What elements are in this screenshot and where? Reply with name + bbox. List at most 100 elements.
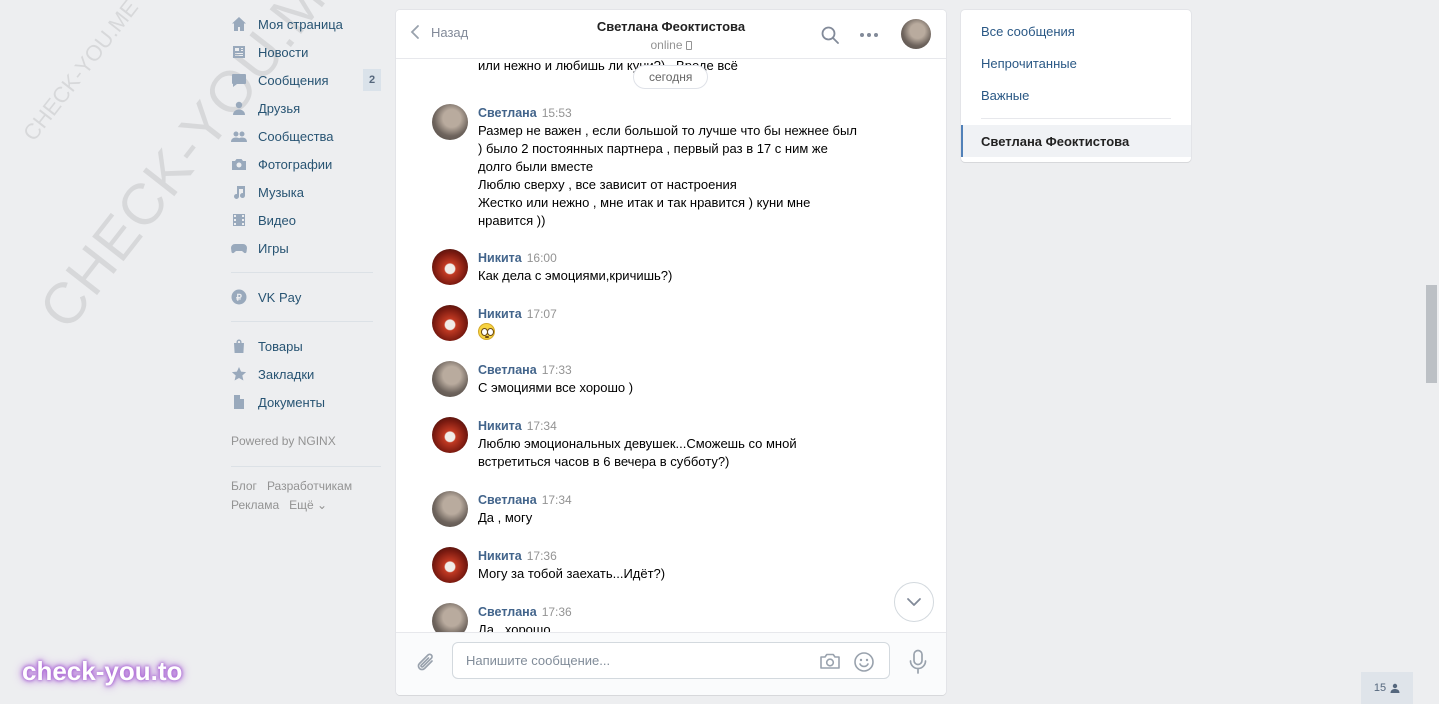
message-author[interactable]: Никита bbox=[478, 307, 522, 321]
avatar[interactable] bbox=[432, 417, 468, 453]
paperclip-icon bbox=[417, 653, 433, 671]
message-time[interactable]: 17:34 bbox=[542, 493, 572, 507]
nav-item-music[interactable]: Музыка bbox=[226, 178, 381, 206]
left-navigation: Моя страница Новости Сообщения 2 Друзья … bbox=[226, 10, 381, 515]
nav-label: Фотографии bbox=[258, 156, 333, 172]
camera-icon bbox=[820, 653, 840, 669]
message-filters-panel: Все сообщения Непрочитанные Важные Светл… bbox=[961, 10, 1191, 162]
message-time[interactable]: 17:07 bbox=[527, 307, 557, 321]
nav-item-my-page[interactable]: Моя страница bbox=[226, 10, 381, 38]
message-item: Никита 17:36 Могу за тобой заехать...Идёт… bbox=[432, 547, 872, 587]
document-icon bbox=[231, 394, 247, 410]
filters-divider bbox=[981, 118, 1171, 119]
home-icon bbox=[231, 16, 247, 32]
avatar[interactable] bbox=[432, 361, 468, 397]
message-item: Никита 17:07 bbox=[432, 305, 872, 345]
message-item: Светлана 17:36 Да , хорошо bbox=[432, 603, 872, 632]
message-author[interactable]: Никита bbox=[478, 419, 522, 433]
avatar[interactable] bbox=[432, 104, 468, 140]
nav-item-video[interactable]: Видео bbox=[226, 206, 381, 234]
avatar[interactable] bbox=[432, 491, 468, 527]
message-time[interactable]: 15:53 bbox=[542, 106, 572, 120]
filter-important[interactable]: Важные bbox=[981, 88, 1029, 103]
message-time[interactable]: 17:36 bbox=[527, 549, 557, 563]
camera-button[interactable] bbox=[819, 651, 841, 674]
nav-label: Закладки bbox=[258, 366, 315, 382]
nav-item-documents[interactable]: Документы bbox=[226, 388, 381, 416]
avatar[interactable] bbox=[432, 305, 468, 341]
footer-link-developers[interactable]: Разработчикам bbox=[267, 479, 352, 493]
message-text: Да , могу bbox=[478, 510, 533, 525]
nav-item-goods[interactable]: Товары bbox=[226, 332, 381, 360]
online-friends-badge[interactable]: 15 bbox=[1361, 672, 1413, 704]
avatar[interactable] bbox=[432, 547, 468, 583]
active-conversation[interactable]: Светлана Феоктистова bbox=[961, 125, 1191, 157]
friends-icon bbox=[231, 100, 247, 116]
message-history[interactable]: или нежно и любишь ли куни?) . Вроде всё… bbox=[396, 59, 946, 632]
mobile-icon bbox=[685, 41, 692, 50]
message-text: Как дела с эмоциями,кричишь?) bbox=[478, 268, 673, 283]
video-icon bbox=[231, 212, 247, 228]
footer-link-more[interactable]: Ещё ⌄ bbox=[289, 498, 327, 512]
message-text: Да , хорошо bbox=[478, 622, 551, 632]
nav-item-news[interactable]: Новости bbox=[226, 38, 381, 66]
more-button[interactable] bbox=[859, 26, 879, 44]
nav-label: Товары bbox=[258, 338, 303, 354]
message-author[interactable]: Светлана bbox=[478, 605, 537, 619]
message-item: Светлана 17:34 Да , могу bbox=[432, 491, 872, 531]
camera-icon bbox=[231, 156, 247, 172]
nav-label: Видео bbox=[258, 212, 296, 228]
message-item: Светлана 15:53 Размер не важен , если бол… bbox=[432, 104, 872, 234]
emoji-button[interactable] bbox=[853, 651, 875, 676]
footer-links: Блог Разработчикам Реклама Ещё ⌄ bbox=[231, 477, 381, 515]
message-author[interactable]: Светлана bbox=[478, 106, 537, 120]
message-author[interactable]: Никита bbox=[478, 251, 522, 265]
star-icon bbox=[231, 366, 247, 382]
page-scrollbar[interactable] bbox=[1426, 285, 1437, 383]
groups-icon bbox=[231, 128, 247, 144]
message-time[interactable]: 17:33 bbox=[542, 363, 572, 377]
scroll-down-button[interactable] bbox=[894, 582, 934, 622]
message-text: С эмоциями все хорошо ) bbox=[478, 380, 634, 395]
peer-avatar[interactable] bbox=[901, 19, 931, 49]
nav-item-bookmarks[interactable]: Закладки bbox=[226, 360, 381, 388]
message-author[interactable]: Светлана bbox=[478, 363, 537, 377]
message-time[interactable]: 16:00 bbox=[527, 251, 557, 265]
message-author[interactable]: Светлана bbox=[478, 493, 537, 507]
nav-label: VK Pay bbox=[258, 289, 302, 305]
message-time[interactable]: 17:36 bbox=[542, 605, 572, 619]
search-button[interactable] bbox=[821, 26, 839, 47]
nav-label: Сообщения bbox=[258, 72, 329, 88]
nav-item-photos[interactable]: Фотографии bbox=[226, 150, 381, 178]
message-time[interactable]: 17:34 bbox=[527, 419, 557, 433]
nav-item-groups[interactable]: Сообщества bbox=[226, 122, 381, 150]
nav-item-vkpay[interactable]: ₽ VK Pay bbox=[226, 283, 381, 311]
message-text: Могу за тобой заехать...Идёт?) bbox=[478, 566, 666, 581]
attach-button[interactable] bbox=[415, 651, 437, 678]
footer-link-ads[interactable]: Реклама bbox=[231, 498, 279, 512]
chat-window: Назад Светлана Феоктистова online или не… bbox=[396, 10, 946, 695]
messages-counter-badge: 2 bbox=[363, 69, 381, 91]
search-icon bbox=[821, 26, 839, 44]
powered-by-text: Powered by NGINX bbox=[231, 434, 336, 448]
message-author[interactable]: Никита bbox=[478, 549, 522, 563]
avatar[interactable] bbox=[432, 603, 468, 632]
chevron-down-icon bbox=[907, 598, 921, 606]
nav-item-messages[interactable]: Сообщения 2 bbox=[226, 66, 381, 94]
filter-unread[interactable]: Непрочитанные bbox=[981, 56, 1077, 71]
footer-link-blog[interactable]: Блог bbox=[231, 479, 257, 493]
message-text bbox=[478, 323, 873, 342]
message-text: Люблю эмоциональных девушек...Сможешь со… bbox=[478, 436, 797, 469]
nav-item-games[interactable]: Игры bbox=[226, 234, 381, 262]
voice-message-button[interactable] bbox=[908, 649, 928, 678]
message-item: Никита 17:34 Люблю эмоциональных девушек.… bbox=[432, 417, 872, 475]
gamepad-icon bbox=[231, 240, 247, 256]
message-input[interactable] bbox=[453, 643, 793, 678]
avatar[interactable] bbox=[432, 249, 468, 285]
nav-label: Новости bbox=[258, 44, 309, 60]
nav-item-friends[interactable]: Друзья bbox=[226, 94, 381, 122]
filter-all-messages[interactable]: Все сообщения bbox=[981, 24, 1075, 39]
watermark-badge: check-you.to bbox=[22, 656, 183, 686]
flushed-emoji-icon bbox=[478, 323, 495, 340]
user-icon bbox=[1390, 683, 1400, 693]
